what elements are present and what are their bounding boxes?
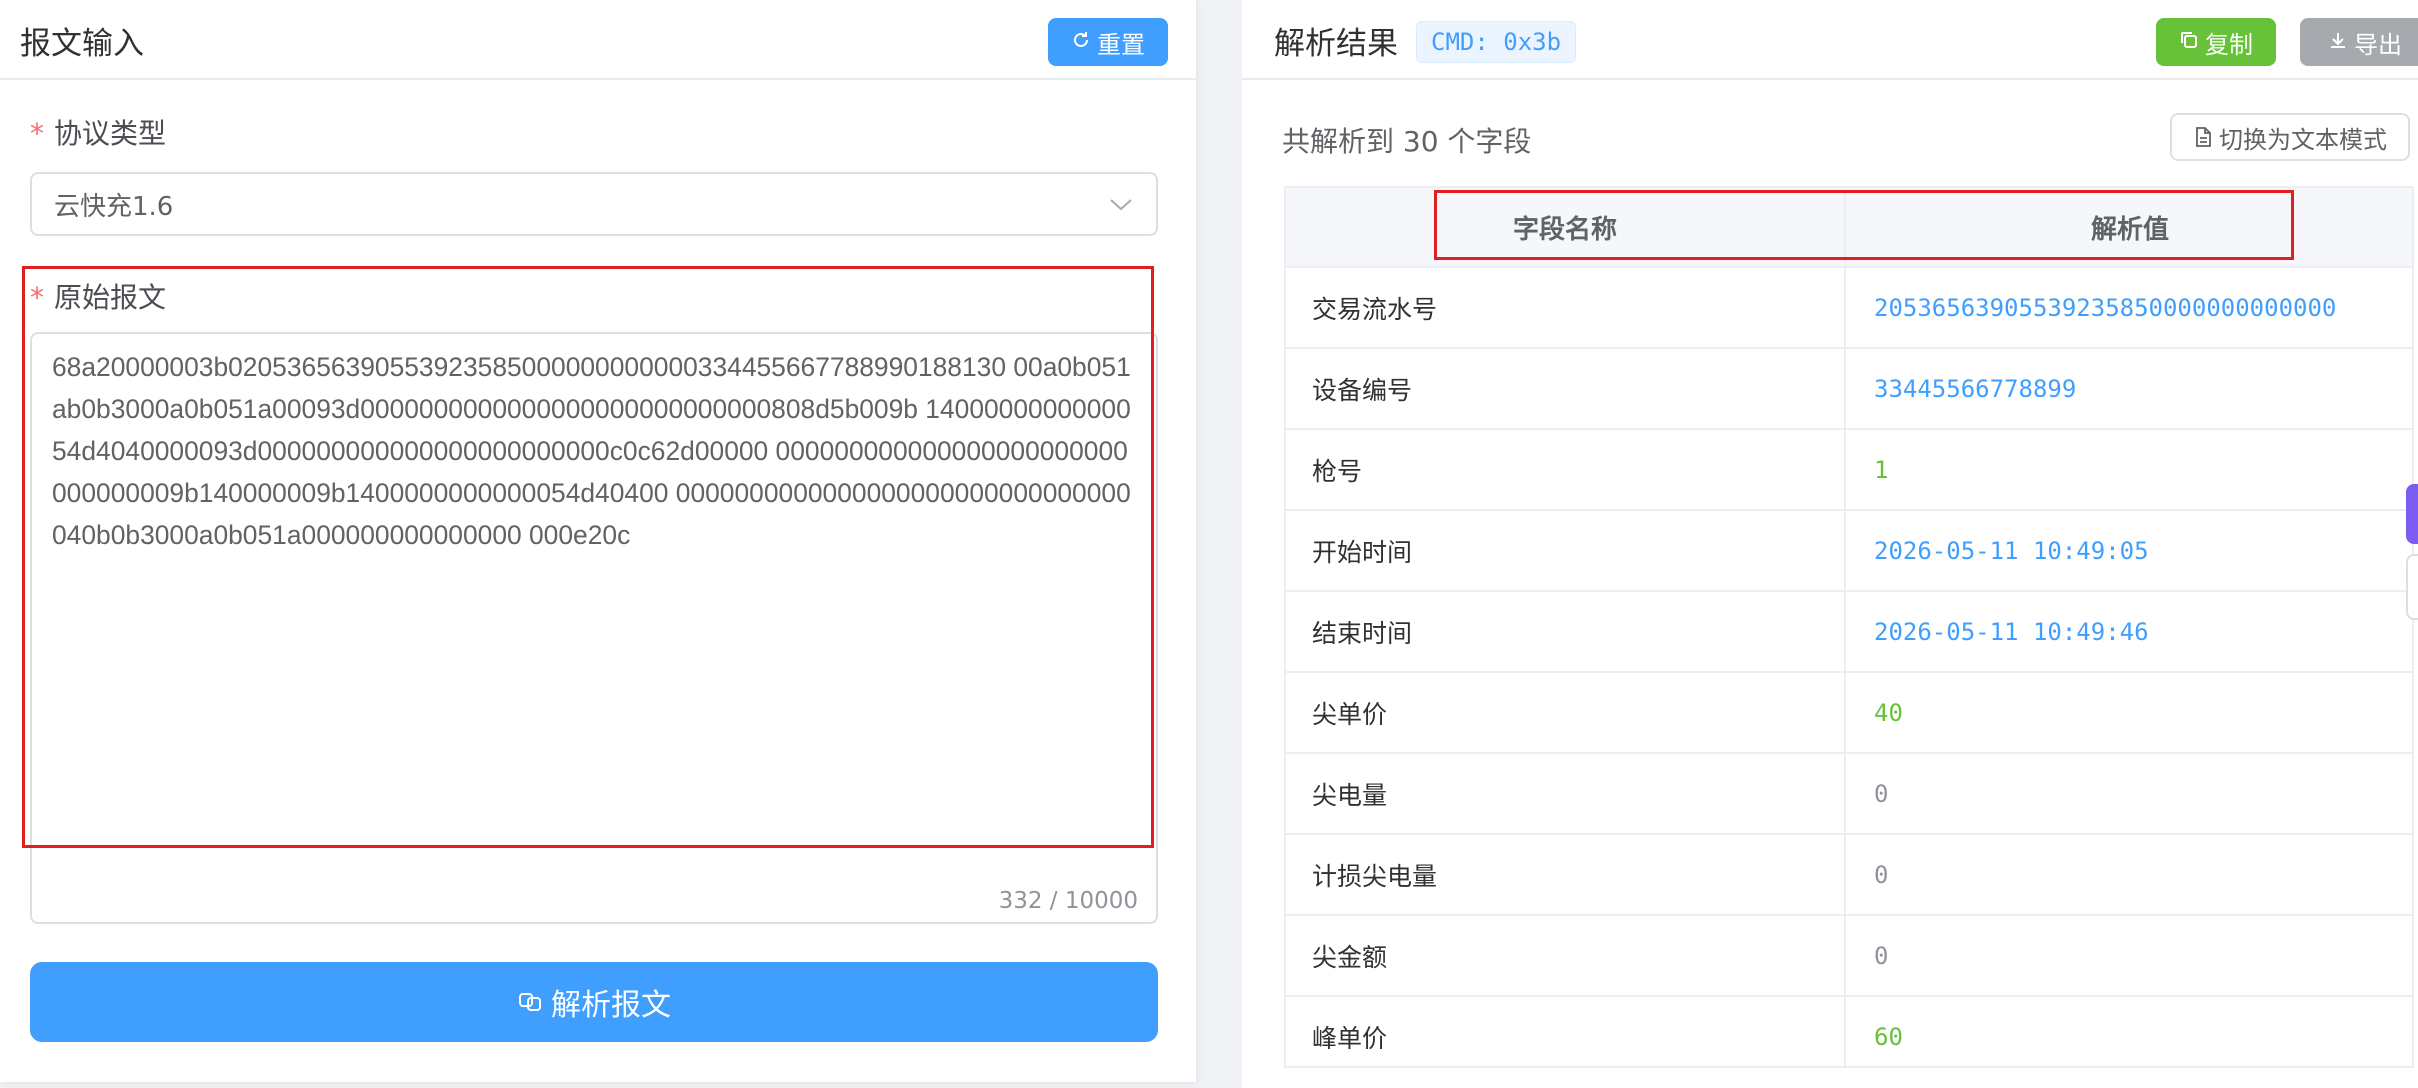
column-header-name: 字段名称 bbox=[1286, 188, 1846, 266]
field-value-cell: 0 bbox=[1874, 779, 1889, 808]
table-row: 交易流水号 20536563905539235850000000000000 bbox=[1286, 268, 2412, 349]
message-input-panel: 报文输入 重置 * 协议类型 云快充1.6 * 原始报文 68a20000003b0… bbox=[0, 0, 1197, 1082]
panel-header: 报文输入 重置 bbox=[0, 0, 1196, 80]
table-row: 结束时间 2026-05-11 10:49:46 bbox=[1286, 592, 2412, 673]
copy-icon bbox=[2179, 28, 2199, 56]
field-name-cell: 开始时间 bbox=[1286, 511, 1846, 590]
refresh-icon bbox=[1071, 28, 1091, 56]
link-icon bbox=[519, 993, 541, 1011]
export-label: 导出 bbox=[2354, 30, 2402, 59]
message-label: * 原始报文 bbox=[30, 281, 167, 314]
field-name-cell: 尖金额 bbox=[1286, 916, 1846, 995]
table-row: 设备编号 33445566778899 bbox=[1286, 349, 2412, 430]
column-header-value: 解析值 bbox=[2090, 214, 2169, 245]
download-icon bbox=[2328, 28, 2348, 56]
field-name-cell: 尖单价 bbox=[1286, 673, 1846, 752]
panel-title: 解析结果 bbox=[1274, 26, 1398, 62]
field-name-cell: 峰单价 bbox=[1286, 997, 1846, 1066]
document-icon bbox=[2196, 127, 2211, 147]
parse-button[interactable]: 解析报文 bbox=[30, 962, 1158, 1042]
message-textarea[interactable]: 68a20000003b0205365639055392358500000000… bbox=[30, 332, 1158, 924]
parse-label: 解析报文 bbox=[551, 988, 671, 1023]
field-value-cell: 33445566778899 bbox=[1874, 374, 2077, 403]
field-name-cell: 交易流水号 bbox=[1286, 268, 1846, 347]
chevron-down-icon bbox=[1110, 199, 1132, 211]
field-value-cell: 0 bbox=[1874, 941, 1889, 970]
panel-header: 解析结果 CMD: 0x3b 复制 导出 bbox=[1242, 0, 2418, 80]
table-row: 计损尖电量 0 bbox=[1286, 835, 2412, 916]
copy-label: 复制 bbox=[2205, 30, 2253, 59]
side-drawer-tab[interactable] bbox=[2406, 554, 2418, 620]
table-row: 尖单价 40 bbox=[1286, 673, 2412, 754]
char-counter: 332 / 10000 bbox=[998, 888, 1138, 914]
panel-title: 报文输入 bbox=[20, 26, 144, 62]
table-row: 尖电量 0 bbox=[1286, 754, 2412, 835]
switch-label: 切换为文本模式 bbox=[2219, 125, 2387, 154]
table-row: 尖金额 0 bbox=[1286, 916, 2412, 997]
field-count-summary: 共解析到 30 个字段 bbox=[1282, 125, 1532, 158]
reset-button[interactable]: 重置 bbox=[1048, 18, 1168, 66]
switch-text-mode-button[interactable]: 切换为文本模式 bbox=[2170, 113, 2410, 161]
message-text[interactable]: 68a20000003b0205365639055392358500000000… bbox=[52, 346, 1140, 556]
field-name-cell: 尖电量 bbox=[1286, 754, 1846, 833]
field-value-cell: 2026-05-11 10:49:46 bbox=[1874, 617, 2149, 646]
copy-button[interactable]: 复制 bbox=[2156, 18, 2276, 66]
side-drawer-tab[interactable] bbox=[2406, 484, 2418, 544]
field-value-cell: 1 bbox=[1874, 455, 1889, 484]
table-row: 枪号 1 bbox=[1286, 430, 2412, 511]
field-name-cell: 设备编号 bbox=[1286, 349, 1846, 428]
table-row: 峰单价 60 bbox=[1286, 997, 2412, 1066]
field-value-cell: 0 bbox=[1874, 860, 1889, 889]
field-value-cell: 20536563905539235850000000000000 bbox=[1874, 293, 2337, 322]
protocol-label: * 协议类型 bbox=[30, 117, 167, 150]
reset-label: 重置 bbox=[1097, 30, 1145, 59]
protocol-select[interactable]: 云快充1.6 bbox=[30, 172, 1158, 236]
result-panel: 解析结果 CMD: 0x3b 复制 导出 共解析到 30 个字段 切换为文本模式… bbox=[1242, 0, 2418, 1088]
cmd-tag: CMD: 0x3b bbox=[1416, 21, 1577, 63]
required-mark: * bbox=[30, 281, 44, 314]
result-table: 字段名称 解析值 交易流水号 20536563905539235850000000… bbox=[1284, 186, 2414, 1068]
table-header: 字段名称 解析值 bbox=[1286, 188, 2412, 268]
field-value-cell: 40 bbox=[1874, 698, 1903, 727]
field-name-cell: 枪号 bbox=[1286, 430, 1846, 509]
protocol-selected-value: 云快充1.6 bbox=[54, 191, 174, 222]
field-name-cell: 计损尖电量 bbox=[1286, 835, 1846, 914]
field-value-cell: 2026-05-11 10:49:05 bbox=[1874, 536, 2149, 565]
table-row: 开始时间 2026-05-11 10:49:05 bbox=[1286, 511, 2412, 592]
export-button[interactable]: 导出 bbox=[2300, 18, 2418, 66]
field-value-cell: 60 bbox=[1874, 1022, 1903, 1051]
required-mark: * bbox=[30, 117, 44, 150]
field-name-cell: 结束时间 bbox=[1286, 592, 1846, 671]
